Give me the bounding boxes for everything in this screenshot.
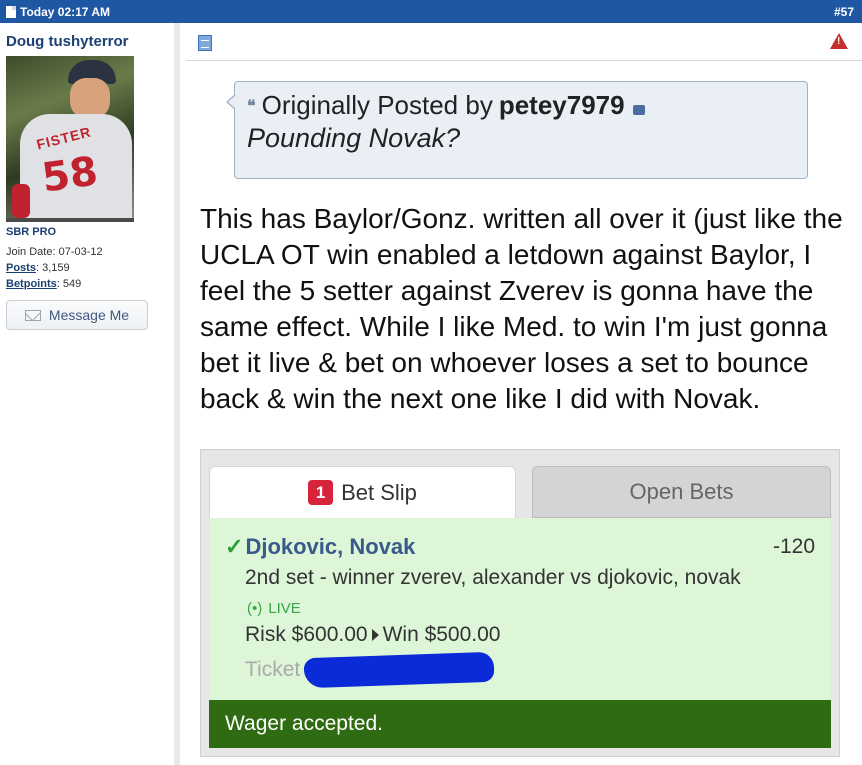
post-header-bar: Today 02:17 AM #57 xyxy=(0,0,862,23)
posts-row: Posts: 3,159 xyxy=(6,262,70,274)
join-date-row: Join Date: 07-03-12 xyxy=(6,244,174,260)
quote-poster: petey7979 xyxy=(498,90,625,120)
quote-header: ❝ Originally Posted by petey7979 xyxy=(247,90,795,121)
user-meta: Join Date: 07-03-12 Posts: 3,159 Betpoin… xyxy=(6,244,174,292)
message-me-button[interactable]: Message Me xyxy=(6,300,148,330)
avatar-divider xyxy=(6,218,134,222)
tab-open-bets-label: Open Bets xyxy=(629,479,734,504)
user-rank: SBR PRO xyxy=(6,226,57,238)
live-label: LIVE xyxy=(268,600,301,617)
betpoints-row: Betpoints: 549 xyxy=(6,278,82,290)
bet-slip-card: ✓ Djokovic, Novak -120 2nd set - winner … xyxy=(209,518,831,710)
tab-bet-slip-label: Bet Slip xyxy=(341,479,417,505)
quote-icon: ❝ xyxy=(247,97,256,115)
avatar-face xyxy=(70,78,110,118)
post-toolbar xyxy=(186,23,862,61)
post-content: ❝ Originally Posted by petey7979 Poundin… xyxy=(186,23,862,765)
tab-bet-slip[interactable]: 1 Bet Slip xyxy=(209,466,516,518)
betpoints-link[interactable]: Betpoints xyxy=(6,278,57,290)
avatar[interactable]: FISTER 58 xyxy=(6,56,134,218)
betpoints-count: 549 xyxy=(62,278,82,290)
post-date: Today 02:17 AM xyxy=(6,5,110,19)
post-date-icon xyxy=(6,5,16,18)
bet-count-badge: 1 xyxy=(308,480,334,505)
live-indicator: (•) LIVE xyxy=(247,600,815,617)
wager-accepted-banner: Wager accepted. xyxy=(209,700,831,748)
join-date-value: 07-03-12 xyxy=(58,246,103,258)
join-date-label: Join Date: xyxy=(6,246,56,258)
ticket-label: Ticket xyxy=(245,658,301,681)
envelope-icon xyxy=(24,309,41,321)
bet-slip-image: 1 Bet Slip Open Bets ✓ Djokovic, Novak -… xyxy=(200,449,840,757)
selection-name: Djokovic, Novak xyxy=(245,534,416,559)
check-icon: ✓ xyxy=(225,534,244,559)
posts-count: 3,159 xyxy=(42,262,70,274)
post-body-text: This has Baylor/Gonz. written all over i… xyxy=(200,203,843,414)
market-description: 2nd set - winner zverev, alexander vs dj… xyxy=(245,566,741,589)
quote-block: ❝ Originally Posted by petey7979 Poundin… xyxy=(226,81,808,179)
bet-slip-tabs: 1 Bet Slip Open Bets xyxy=(209,466,831,518)
post-document-icon xyxy=(198,35,212,51)
view-post-arrow-icon[interactable] xyxy=(632,104,645,115)
quote-text: Pounding Novak? xyxy=(247,123,461,153)
arrow-right-icon xyxy=(371,629,379,641)
risk-amount: Risk $600.00 xyxy=(245,623,368,646)
posts-link[interactable]: Posts xyxy=(6,262,36,274)
report-post-icon[interactable] xyxy=(830,33,848,49)
win-amount: Win $500.00 xyxy=(382,623,501,646)
avatar-jersey-number: 58 xyxy=(39,148,101,202)
quote-prefix: Originally Posted by xyxy=(261,90,493,120)
username-link[interactable]: Doug tushyterror xyxy=(6,33,174,50)
post-timestamp: Today 02:17 AM xyxy=(20,4,111,19)
avatar-sleeve xyxy=(12,184,30,218)
live-broadcast-icon: (•) xyxy=(247,600,263,617)
user-sidebar: Doug tushyterror FISTER 58 SBR PRO Join … xyxy=(0,23,180,765)
ticket-row: Ticket xyxy=(245,651,815,689)
redaction-scribble xyxy=(303,651,495,689)
selection: ✓ Djokovic, Novak xyxy=(225,534,415,560)
post-number-link[interactable]: #57 xyxy=(834,5,854,19)
selection-odds: -120 xyxy=(772,535,815,558)
selection-row: ✓ Djokovic, Novak -120 xyxy=(225,534,815,560)
message-me-label: Message Me xyxy=(48,307,130,323)
tab-open-bets[interactable]: Open Bets xyxy=(532,466,831,518)
risk-win-row: Risk $600.00 Win $500.00 xyxy=(245,623,815,647)
